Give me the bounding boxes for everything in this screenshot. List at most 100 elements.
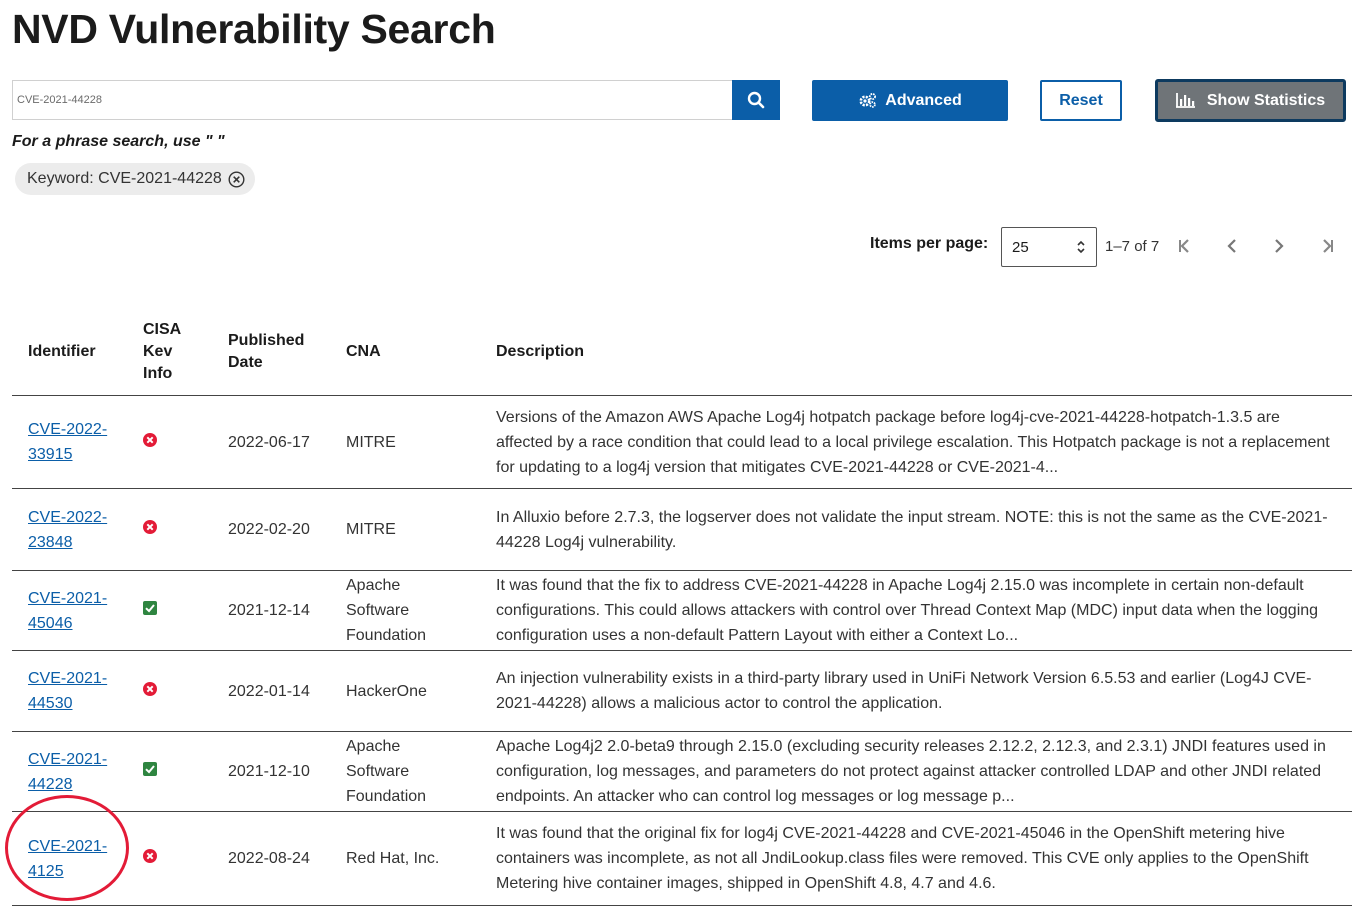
keyword-filter-chip: Keyword: CVE-2021-44228	[15, 163, 255, 195]
kev-cell	[127, 811, 212, 906]
cve-link[interactable]: CVE-2022- 33915	[28, 421, 107, 463]
identifier-cell: CVE-2021- 4125	[12, 811, 127, 906]
cna-line: Foundation	[346, 788, 427, 805]
published-date-cell: 2021-12-10	[212, 731, 330, 812]
table-row: CVE-2021- 44530 2022-01-14 HackerOne An inje…	[12, 650, 1352, 732]
reset-button[interactable]: Reset	[1040, 80, 1122, 121]
header-published-date-text: Published Date	[228, 332, 305, 371]
cve-id-part2: 44228	[28, 775, 73, 793]
next-page-button[interactable]	[1268, 234, 1290, 258]
table-row: CVE-2021- 44228 2021-12-10 Apache Software Fo…	[12, 731, 1352, 812]
advanced-button[interactable]: Advanced	[812, 80, 1008, 121]
first-page-button[interactable]	[1173, 234, 1195, 258]
cve-id-part1: CVE-2022-	[28, 508, 108, 526]
cve-link[interactable]: CVE-2021- 45046	[28, 590, 107, 632]
items-per-page-label: Items per page:	[870, 235, 989, 252]
kev-cell	[127, 488, 212, 571]
cna-line: Software	[346, 763, 410, 780]
cna-line: Red Hat, Inc.	[346, 850, 440, 867]
cve-id-part1: CVE-2021-	[28, 750, 108, 768]
phrase-search-hint: For a phrase search, use " "	[12, 133, 225, 150]
show-statistics-button[interactable]: Show Statistics	[1155, 79, 1346, 122]
cve-id-part2: 44530	[28, 695, 73, 712]
header-cna[interactable]: CNA	[330, 311, 480, 396]
search-icon	[747, 91, 765, 109]
identifier-cell: CVE-2022- 23848	[12, 488, 127, 571]
cna-cell: Apache Software Foundation	[330, 731, 480, 812]
table-row: CVE-2021- 4125 2022-08-24 Red Hat, Inc. It w…	[12, 811, 1352, 906]
keyword-filter-label: Keyword: CVE-2021-44228	[27, 170, 222, 187]
cna-line: Apache	[346, 738, 401, 755]
search-button[interactable]	[732, 80, 780, 120]
pagination-range: 1–7 of 7	[1105, 238, 1160, 255]
description-cell: An injection vulnerability exists in a t…	[480, 650, 1352, 732]
advanced-button-label: Advanced	[885, 91, 962, 109]
cve-id-part1: CVE-2021-	[28, 589, 108, 607]
cna-cell: Apache Software Foundation	[330, 570, 480, 651]
cve-id-part2: 4125	[28, 862, 64, 880]
kev-cell	[127, 570, 212, 651]
cve-id-part2: 33915	[28, 446, 73, 463]
cna-line: Apache	[346, 577, 401, 594]
kev-cell	[127, 395, 212, 489]
cve-link[interactable]: CVE-2021- 44530	[28, 670, 107, 712]
identifier-cell: CVE-2021- 45046	[12, 570, 127, 651]
kev-cell	[127, 650, 212, 732]
gears-icon	[859, 93, 877, 108]
cna-cell: MITRE	[330, 395, 480, 489]
cve-id-part2: 45046	[28, 614, 73, 632]
results-table: Identifier CISA Kev Info Published Date …	[12, 311, 1352, 906]
cve-link[interactable]: CVE-2022- 23848	[28, 509, 107, 551]
first-page-icon	[1179, 239, 1189, 253]
last-page-icon	[1323, 239, 1333, 253]
kev-cell	[127, 731, 212, 812]
items-per-page-value: 25	[1012, 238, 1029, 256]
last-page-button[interactable]	[1317, 234, 1339, 258]
previous-page-button[interactable]	[1221, 234, 1243, 258]
items-per-page-select[interactable]: 25	[1001, 227, 1097, 267]
cna-line: MITRE	[346, 521, 396, 538]
identifier-cell: CVE-2021- 44530	[12, 650, 127, 732]
description-cell: It was found that the original fix for l…	[480, 811, 1352, 906]
table-row: CVE-2022- 23848 2022-02-20 MITRE In Alluxio …	[12, 488, 1352, 571]
close-circle-icon[interactable]	[228, 170, 245, 188]
table-header-row: Identifier CISA Kev Info Published Date …	[12, 311, 1352, 396]
next-page-icon	[1275, 239, 1284, 253]
header-published-date[interactable]: Published Date	[212, 311, 330, 396]
cna-line: MITRE	[346, 433, 396, 451]
cna-cell: Red Hat, Inc.	[330, 811, 480, 906]
description-cell: It was found that the fix to address CVE…	[480, 570, 1352, 651]
x-circle-icon	[143, 520, 157, 534]
x-circle-icon	[143, 432, 157, 447]
cve-link[interactable]: CVE-2021- 44228	[28, 751, 107, 793]
header-cisa-kev-info-text: CISA Kev Info	[143, 321, 181, 382]
up-down-chevron-icon	[1077, 240, 1085, 254]
cve-id-part2: 23848	[28, 533, 73, 551]
header-description: Description	[480, 311, 1352, 396]
check-square-icon	[143, 601, 157, 615]
cve-id-part1: CVE-2021-	[28, 670, 108, 687]
header-identifier[interactable]: Identifier	[12, 311, 127, 396]
bar-chart-icon	[1175, 93, 1195, 108]
description-cell: Apache Log4j2 2.0-beta9 through 2.15.0 (…	[480, 731, 1352, 812]
check-square-icon	[143, 762, 157, 776]
published-date-cell: 2022-08-24	[212, 811, 330, 906]
cve-id-part1: CVE-2022-	[28, 421, 108, 438]
show-statistics-label: Show Statistics	[1206, 91, 1326, 109]
cve-link[interactable]: CVE-2021- 4125	[28, 838, 107, 880]
cna-cell: MITRE	[330, 488, 480, 571]
header-cisa-kev-info[interactable]: CISA Kev Info	[127, 311, 212, 396]
previous-page-icon	[1227, 239, 1236, 253]
cve-id-part1: CVE-2021-	[28, 837, 108, 855]
search-input[interactable]	[12, 80, 732, 120]
cna-line: Software	[346, 602, 410, 619]
page-title: NVD Vulnerability Search	[12, 6, 496, 52]
table-row: CVE-2022- 33915 2022-06-17 MITRE Versions of…	[12, 395, 1352, 489]
cna-line: HackerOne	[346, 682, 427, 700]
description-cell: Versions of the Amazon AWS Apache Log4j …	[480, 395, 1352, 489]
x-circle-icon	[143, 849, 157, 863]
identifier-cell: CVE-2022- 33915	[12, 395, 127, 489]
x-circle-icon	[143, 681, 157, 696]
description-cell: In Alluxio before 2.7.3, the logserver d…	[480, 488, 1352, 571]
cna-line: Foundation	[346, 627, 427, 644]
